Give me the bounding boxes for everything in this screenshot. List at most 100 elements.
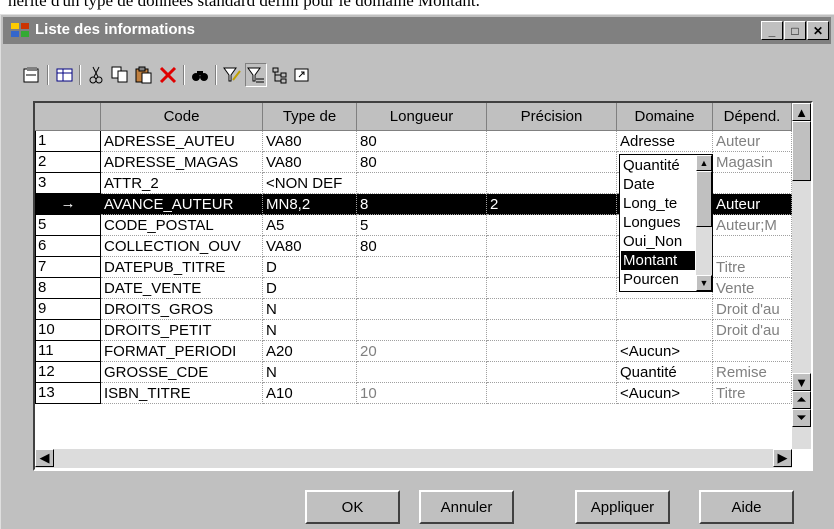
minimize-button[interactable]: _ <box>761 21 783 40</box>
cell-code[interactable]: ISBN_TITRE <box>101 383 263 404</box>
dropdown-scrollbar[interactable]: ▲ ▼ <box>696 155 712 291</box>
row-number[interactable]: 9 <box>35 299 101 320</box>
domaine-dropdown-list[interactable]: Pourcen Montant Oui_Non Longues Long_te Date Q… <box>619 154 713 292</box>
row-number[interactable]: 2 <box>35 152 101 173</box>
cell-depend[interactable]: Magasin <box>713 152 792 173</box>
scroll-page-down-button[interactable]: ⏷ <box>792 409 811 427</box>
paste-icon[interactable] <box>133 63 155 87</box>
column-header-code[interactable]: Code <box>101 103 263 131</box>
scroll-down-button[interactable]: ▼ <box>792 373 811 391</box>
maximize-button[interactable]: □ <box>784 21 806 40</box>
row-number[interactable]: 1 <box>35 131 101 152</box>
cell-longueur[interactable]: 8 <box>357 194 487 215</box>
cell-depend[interactable] <box>713 173 792 194</box>
cell-depend[interactable] <box>713 236 792 257</box>
scroll-up-button[interactable]: ▲ <box>792 103 811 121</box>
cell-precision[interactable] <box>487 362 617 383</box>
cell-type[interactable]: D <box>263 278 357 299</box>
cell-precision[interactable] <box>487 299 617 320</box>
cell-longueur[interactable] <box>357 299 487 320</box>
cell-longueur[interactable] <box>357 320 487 341</box>
cell-depend[interactable]: Titre <box>713 257 792 278</box>
cell-depend[interactable]: Remise <box>713 362 792 383</box>
cell-domaine[interactable]: <Aucun> <box>617 383 713 404</box>
cell-type[interactable]: MN8,2 <box>263 194 357 215</box>
cell-precision[interactable] <box>487 215 617 236</box>
cell-type[interactable]: N <box>263 320 357 341</box>
cut-icon[interactable] <box>85 63 107 87</box>
dropdown-option[interactable]: Oui_Non <box>621 232 695 251</box>
cell-precision[interactable] <box>487 341 617 362</box>
cell-longueur[interactable]: 80 <box>357 236 487 257</box>
cell-type[interactable]: A20 <box>263 341 357 362</box>
cell-longueur[interactable] <box>357 173 487 194</box>
delete-icon[interactable] <box>157 63 179 87</box>
cell-longueur[interactable]: 80 <box>357 131 487 152</box>
cell-code[interactable]: DROITS_GROS <box>101 299 263 320</box>
dropdown-option[interactable]: Pourcen <box>621 270 695 289</box>
row-number[interactable]: 12 <box>35 362 101 383</box>
scroll-page-up-button[interactable]: ⏶ <box>792 391 811 409</box>
vertical-scrollbar[interactable]: ▲ ▼ ⏶ ⏷ <box>792 103 811 449</box>
column-header-longueur[interactable]: Longueur <box>357 103 487 131</box>
cell-domaine[interactable] <box>617 299 713 320</box>
cell-precision[interactable] <box>487 236 617 257</box>
cell-domaine[interactable]: <Aucun> <box>617 341 713 362</box>
cell-depend[interactable]: Droit d'au <box>713 320 792 341</box>
row-number[interactable]: 3 <box>35 173 101 194</box>
cell-precision[interactable] <box>487 383 617 404</box>
dropdown-option[interactable]: Montant <box>621 251 695 270</box>
cell-precision[interactable]: 2 <box>487 194 617 215</box>
row-number[interactable]: 5 <box>35 215 101 236</box>
row-number[interactable]: 7 <box>35 257 101 278</box>
cell-type[interactable]: <NON DEF <box>263 173 357 194</box>
cell-code[interactable]: CODE_POSTAL <box>101 215 263 236</box>
dropdown-option[interactable]: Long_te <box>621 194 695 213</box>
cell-code[interactable]: ADRESSE_MAGAS <box>101 152 263 173</box>
cell-code[interactable]: DROITS_PETIT <box>101 320 263 341</box>
cell-code[interactable]: ATTR_2 <box>101 173 263 194</box>
cell-code[interactable]: FORMAT_PERIODI <box>101 341 263 362</box>
help-button[interactable]: Aide <box>699 490 794 524</box>
cell-longueur[interactable] <box>357 257 487 278</box>
close-button[interactable]: ✕ <box>807 21 829 40</box>
cell-type[interactable]: VA80 <box>263 152 357 173</box>
tree-icon[interactable] <box>269 63 291 87</box>
cell-type[interactable]: A5 <box>263 215 357 236</box>
row-number[interactable]: 10 <box>35 320 101 341</box>
cell-domaine[interactable]: Quantité <box>617 362 713 383</box>
cell-type[interactable]: N <box>263 299 357 320</box>
cell-code[interactable]: DATEPUB_TITRE <box>101 257 263 278</box>
cell-code[interactable]: GROSSE_CDE <box>101 362 263 383</box>
column-header-domaine[interactable]: Domaine <box>617 103 713 131</box>
cell-type[interactable]: VA80 <box>263 131 357 152</box>
cell-precision[interactable] <box>487 173 617 194</box>
scroll-left-button[interactable]: ◀ <box>35 449 54 467</box>
row-number[interactable]: 8 <box>35 278 101 299</box>
expand-icon[interactable] <box>291 63 313 87</box>
cell-depend[interactable] <box>713 341 792 362</box>
cell-longueur[interactable] <box>357 278 487 299</box>
cell-type[interactable]: A10 <box>263 383 357 404</box>
cell-precision[interactable] <box>487 278 617 299</box>
cell-type[interactable]: VA80 <box>263 236 357 257</box>
cell-type[interactable]: D <box>263 257 357 278</box>
cell-longueur[interactable] <box>357 362 487 383</box>
scroll-right-button[interactable]: ▶ <box>773 449 792 467</box>
cell-code[interactable]: ADRESSE_AUTEU <box>101 131 263 152</box>
cell-longueur[interactable]: 80 <box>357 152 487 173</box>
cell-depend[interactable]: Titre <box>713 383 792 404</box>
dropdown-option[interactable]: Quantité <box>621 156 695 175</box>
filter-active-icon[interactable] <box>245 63 267 87</box>
dropdown-option[interactable]: Longues <box>621 213 695 232</box>
filter-icon[interactable] <box>221 63 243 87</box>
horizontal-scrollbar[interactable]: ◀ ▶ <box>35 449 792 468</box>
dropdown-option[interactable]: Date <box>621 175 695 194</box>
cell-longueur[interactable]: 20 <box>357 341 487 362</box>
row-number[interactable]: 13 <box>35 383 101 404</box>
cell-longueur[interactable]: 10 <box>357 383 487 404</box>
dropdown-scroll-thumb[interactable] <box>696 171 712 227</box>
scroll-thumb[interactable] <box>792 121 811 181</box>
cell-depend[interactable]: Auteur <box>713 194 792 215</box>
properties-icon[interactable] <box>21 63 43 87</box>
